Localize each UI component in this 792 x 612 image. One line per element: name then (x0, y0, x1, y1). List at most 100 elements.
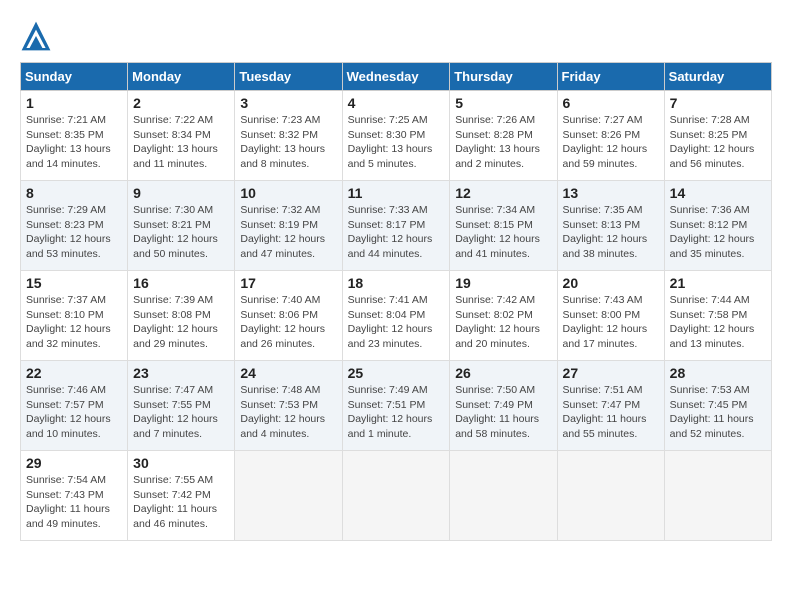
day-info: Sunrise: 7:40 AMSunset: 8:06 PMDaylight:… (240, 293, 336, 352)
calendar-cell: 14Sunrise: 7:36 AMSunset: 8:12 PMDayligh… (664, 181, 771, 271)
calendar-week-row: 8 Sunrise: 7:29 AMSunset: 8:23 PMDaylight… (21, 181, 772, 271)
day-number: 17 (240, 275, 336, 291)
day-number: 10 (240, 185, 336, 201)
calendar-cell (450, 451, 557, 541)
day-number: 11 (348, 185, 445, 201)
calendar-header-row: SundayMondayTuesdayWednesdayThursdayFrid… (21, 63, 772, 91)
day-info: Sunrise: 7:54 AMSunset: 7:43 PMDaylight:… (26, 473, 122, 532)
calendar-week-row: 1 Sunrise: 7:21 AMSunset: 8:35 PMDaylight… (21, 91, 772, 181)
day-info: Sunrise: 7:21 AMSunset: 8:35 PMDaylight:… (26, 113, 122, 172)
day-number: 23 (133, 365, 229, 381)
calendar-cell: 15 Sunrise: 7:37 AMSunset: 8:10 PMDayligh… (21, 271, 128, 361)
header-sunday: Sunday (21, 63, 128, 91)
day-number: 30 (133, 455, 229, 471)
day-info: Sunrise: 7:46 AMSunset: 7:57 PMDaylight:… (26, 383, 122, 442)
calendar-cell: 9Sunrise: 7:30 AMSunset: 8:21 PMDaylight… (128, 181, 235, 271)
day-number: 24 (240, 365, 336, 381)
calendar-cell: 17 Sunrise: 7:40 AMSunset: 8:06 PMDayligh… (235, 271, 342, 361)
day-number: 19 (455, 275, 551, 291)
calendar-cell: 12 Sunrise: 7:34 AMSunset: 8:15 PMDayligh… (450, 181, 557, 271)
day-info: Sunrise: 7:30 AMSunset: 8:21 PMDaylight:… (133, 203, 229, 262)
day-number: 15 (26, 275, 122, 291)
day-info: Sunrise: 7:23 AMSunset: 8:32 PMDaylight:… (240, 113, 336, 172)
calendar-cell: 20 Sunrise: 7:43 AMSunset: 8:00 PMDayligh… (557, 271, 664, 361)
day-number: 13 (563, 185, 659, 201)
day-info: Sunrise: 7:47 AMSunset: 7:55 PMDaylight:… (133, 383, 229, 442)
day-number: 8 (26, 185, 122, 201)
day-number: 4 (348, 95, 445, 111)
day-number: 3 (240, 95, 336, 111)
day-info: Sunrise: 7:33 AMSunset: 8:17 PMDaylight:… (348, 203, 445, 262)
day-info: Sunrise: 7:32 AMSunset: 8:19 PMDaylight:… (240, 203, 336, 262)
calendar-cell: 1 Sunrise: 7:21 AMSunset: 8:35 PMDaylight… (21, 91, 128, 181)
calendar-cell: 2 Sunrise: 7:22 AMSunset: 8:34 PMDaylight… (128, 91, 235, 181)
day-number: 28 (670, 365, 766, 381)
day-info: Sunrise: 7:55 AMSunset: 7:42 PMDaylight:… (133, 473, 229, 532)
calendar-cell (557, 451, 664, 541)
day-number: 27 (563, 365, 659, 381)
day-number: 6 (563, 95, 659, 111)
day-number: 26 (455, 365, 551, 381)
header-wednesday: Wednesday (342, 63, 450, 91)
header-monday: Monday (128, 63, 235, 91)
day-number: 7 (670, 95, 766, 111)
day-number: 20 (563, 275, 659, 291)
calendar-week-row: 22Sunrise: 7:46 AMSunset: 7:57 PMDayligh… (21, 361, 772, 451)
calendar-cell: 19 Sunrise: 7:42 AMSunset: 8:02 PMDayligh… (450, 271, 557, 361)
day-info: Sunrise: 7:26 AMSunset: 8:28 PMDaylight:… (455, 113, 551, 172)
header-friday: Friday (557, 63, 664, 91)
day-info: Sunrise: 7:37 AMSunset: 8:10 PMDaylight:… (26, 293, 122, 352)
day-info: Sunrise: 7:22 AMSunset: 8:34 PMDaylight:… (133, 113, 229, 172)
calendar-cell: 25 Sunrise: 7:49 AMSunset: 7:51 PMDayligh… (342, 361, 450, 451)
day-info: Sunrise: 7:25 AMSunset: 8:30 PMDaylight:… (348, 113, 445, 172)
day-info: Sunrise: 7:43 AMSunset: 8:00 PMDaylight:… (563, 293, 659, 352)
day-number: 21 (670, 275, 766, 291)
calendar-cell: 11 Sunrise: 7:33 AMSunset: 8:17 PMDayligh… (342, 181, 450, 271)
calendar-cell: 13 Sunrise: 7:35 AMSunset: 8:13 PMDayligh… (557, 181, 664, 271)
day-info: Sunrise: 7:51 AMSunset: 7:47 PMDaylight:… (563, 383, 659, 442)
day-info: Sunrise: 7:34 AMSunset: 8:15 PMDaylight:… (455, 203, 551, 262)
calendar-cell: 8 Sunrise: 7:29 AMSunset: 8:23 PMDaylight… (21, 181, 128, 271)
logo-icon (20, 20, 52, 52)
day-info: Sunrise: 7:39 AMSunset: 8:08 PMDaylight:… (133, 293, 229, 352)
day-number: 29 (26, 455, 122, 471)
calendar-cell: 23 Sunrise: 7:47 AMSunset: 7:55 PMDayligh… (128, 361, 235, 451)
calendar-cell: 6Sunrise: 7:27 AMSunset: 8:26 PMDaylight… (557, 91, 664, 181)
day-info: Sunrise: 7:53 AMSunset: 7:45 PMDaylight:… (670, 383, 766, 442)
header-thursday: Thursday (450, 63, 557, 91)
calendar-cell: 5 Sunrise: 7:26 AMSunset: 8:28 PMDaylight… (450, 91, 557, 181)
day-info: Sunrise: 7:50 AMSunset: 7:49 PMDaylight:… (455, 383, 551, 442)
day-number: 18 (348, 275, 445, 291)
page-header (20, 20, 772, 52)
day-info: Sunrise: 7:28 AMSunset: 8:25 PMDaylight:… (670, 113, 766, 172)
day-info: Sunrise: 7:35 AMSunset: 8:13 PMDaylight:… (563, 203, 659, 262)
calendar-cell: 7 Sunrise: 7:28 AMSunset: 8:25 PMDaylight… (664, 91, 771, 181)
calendar-table: SundayMondayTuesdayWednesdayThursdayFrid… (20, 62, 772, 541)
day-info: Sunrise: 7:44 AMSunset: 7:58 PMDaylight:… (670, 293, 766, 352)
day-info: Sunrise: 7:29 AMSunset: 8:23 PMDaylight:… (26, 203, 122, 262)
calendar-cell (235, 451, 342, 541)
header-saturday: Saturday (664, 63, 771, 91)
logo (20, 20, 58, 52)
day-number: 2 (133, 95, 229, 111)
calendar-cell: 30 Sunrise: 7:55 AMSunset: 7:42 PMDayligh… (128, 451, 235, 541)
day-number: 12 (455, 185, 551, 201)
calendar-week-row: 15 Sunrise: 7:37 AMSunset: 8:10 PMDayligh… (21, 271, 772, 361)
calendar-cell: 22Sunrise: 7:46 AMSunset: 7:57 PMDayligh… (21, 361, 128, 451)
day-number: 25 (348, 365, 445, 381)
calendar-cell: 28 Sunrise: 7:53 AMSunset: 7:45 PMDayligh… (664, 361, 771, 451)
calendar-cell (664, 451, 771, 541)
header-tuesday: Tuesday (235, 63, 342, 91)
calendar-cell: 4 Sunrise: 7:25 AMSunset: 8:30 PMDaylight… (342, 91, 450, 181)
day-info: Sunrise: 7:36 AMSunset: 8:12 PMDaylight:… (670, 203, 766, 262)
calendar-cell: 16Sunrise: 7:39 AMSunset: 8:08 PMDayligh… (128, 271, 235, 361)
day-info: Sunrise: 7:49 AMSunset: 7:51 PMDaylight:… (348, 383, 445, 442)
calendar-cell: 24Sunrise: 7:48 AMSunset: 7:53 PMDayligh… (235, 361, 342, 451)
day-info: Sunrise: 7:42 AMSunset: 8:02 PMDaylight:… (455, 293, 551, 352)
calendar-cell (342, 451, 450, 541)
calendar-cell: 21 Sunrise: 7:44 AMSunset: 7:58 PMDayligh… (664, 271, 771, 361)
day-number: 5 (455, 95, 551, 111)
calendar-cell: 10 Sunrise: 7:32 AMSunset: 8:19 PMDayligh… (235, 181, 342, 271)
calendar-cell: 18Sunrise: 7:41 AMSunset: 8:04 PMDayligh… (342, 271, 450, 361)
day-number: 1 (26, 95, 122, 111)
